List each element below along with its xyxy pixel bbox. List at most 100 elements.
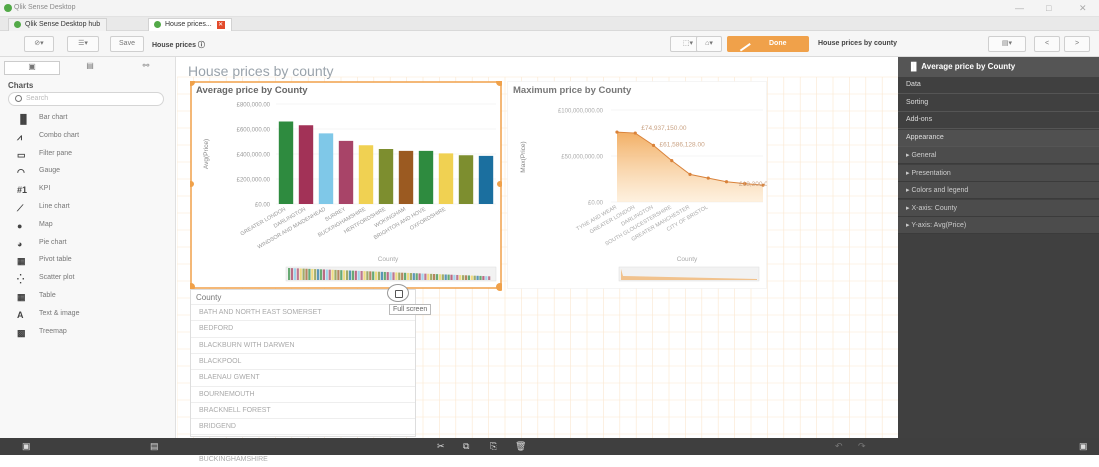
view-toggle-icon[interactable]: ▤ xyxy=(150,442,159,451)
properties-subsection[interactable]: ▸ X-axis: County xyxy=(898,199,1099,217)
average-price-bar-chart[interactable]: Average price by County £800,000.00 £600,0… xyxy=(190,81,502,291)
county-filter-pane[interactable]: County BATH AND NORTH EAST SOMERSET BEDFO… xyxy=(190,289,416,463)
data-point xyxy=(724,180,729,184)
bottom-bar: ▣ ▤ ✂ ⧉ ⎘ 🗑 ↶ ↷ ▣ xyxy=(0,438,1099,455)
redo-icon[interactable]: ↷ xyxy=(858,442,867,451)
chart-type-treemap[interactable]: ▩ Treemap xyxy=(8,325,168,341)
app-title-text: House prices xyxy=(152,42,196,49)
close-window-icon[interactable]: ✕ xyxy=(1079,3,1087,14)
chart-type-bar-chart[interactable]: ▐▌ Bar chart xyxy=(8,111,168,127)
filter-pane-item[interactable]: BOURNEMOUTH xyxy=(191,385,415,402)
chart-type-pivot-table[interactable]: ▦ Pivot table xyxy=(8,253,168,269)
navigation-menu-button[interactable]: ⊘▾ xyxy=(24,36,54,52)
y-tick-label: £600,000.00 xyxy=(237,128,271,134)
properties-subsection[interactable]: ▸ Y-axis: Avg(Price) xyxy=(898,217,1099,234)
mini-chart-bar xyxy=(418,273,421,280)
properties-subsection[interactable]: ▸ General xyxy=(898,147,1099,164)
cut-icon[interactable]: ✂ xyxy=(437,442,446,451)
data-label: £61,586,128.00 xyxy=(660,141,706,148)
app-toolbar: ⊘▾ ☰▾ Save House prices ⓘ ⬚▾ ⌂▾ Done Hou… xyxy=(0,31,1099,57)
chart-type-table[interactable]: ▦ Table xyxy=(8,289,168,305)
filter-pane-item[interactable]: BRACKNELL FOREST xyxy=(191,401,415,418)
maximize-icon[interactable]: □ xyxy=(1046,3,1051,13)
mini-chart-bar xyxy=(383,271,386,280)
filter-pane-item[interactable]: BRIDGEND xyxy=(191,418,415,434)
chart-type-label: Map xyxy=(39,220,53,228)
sheet-canvas[interactable]: House prices by county Average price by … xyxy=(177,57,898,463)
app-title: House prices ⓘ xyxy=(152,40,205,50)
properties-subsection[interactable]: ▸ Colors and legend xyxy=(898,182,1099,199)
tab-fields[interactable]: ▤ xyxy=(62,61,118,75)
copy-icon[interactable]: ⧉ xyxy=(463,442,472,451)
next-sheet-button[interactable]: > xyxy=(1064,36,1090,52)
x-axis-label: County xyxy=(378,256,399,263)
search-input[interactable]: Search xyxy=(8,92,164,106)
mini-chart-bar xyxy=(308,268,311,280)
qlik-logo-icon xyxy=(154,21,161,28)
tab-close-icon[interactable]: ✕ xyxy=(216,21,225,29)
toggle-left-panel-icon[interactable]: ▣ xyxy=(22,442,31,451)
bookmark-menu-button[interactable]: ⌂▾ xyxy=(696,36,722,52)
mini-chart-bar xyxy=(406,272,410,280)
chart-type-line-chart[interactable]: ⟋ Line chart xyxy=(8,200,168,216)
y-axis-label: Avg(Price) xyxy=(203,139,210,169)
toggle-right-panel-icon[interactable]: ▣ xyxy=(1079,442,1088,451)
done-label: Done xyxy=(769,40,787,47)
properties-section-sorting[interactable]: Sorting xyxy=(898,95,1099,112)
info-icon[interactable]: ⓘ xyxy=(198,42,205,49)
chart-type-map[interactable]: ● Map xyxy=(8,218,168,234)
chart-title: Maximum price by County xyxy=(513,85,632,96)
chart-type-scatter-plot[interactable]: ⁛ Scatter plot xyxy=(8,271,168,287)
mini-chart-bar xyxy=(395,272,398,280)
chart-type-label: Pivot table xyxy=(39,256,72,264)
mini-chart-bar xyxy=(348,270,352,280)
filter-pane-item[interactable]: BLACKBURN WITH DARWEN xyxy=(191,336,415,353)
mini-chart-bar xyxy=(340,270,343,280)
y-tick-label: £800,000.00 xyxy=(237,103,271,109)
properties-title: ▐▌ Average price by County xyxy=(898,57,1099,77)
tab-hub[interactable]: Qlik Sense Desktop hub xyxy=(8,18,108,31)
tab-label: Qlik Sense Desktop hub xyxy=(25,21,101,28)
previous-sheet-button[interactable]: < xyxy=(1034,36,1060,52)
filter-pane-item[interactable]: BEDFORD xyxy=(191,320,415,336)
chart-type-text-image[interactable]: A Text & image xyxy=(8,307,168,323)
window-title: Qlik Sense Desktop xyxy=(14,4,76,11)
mini-chart-bar xyxy=(409,273,412,280)
mini-chart-bar xyxy=(351,270,354,280)
mini-chart-bar xyxy=(305,268,308,280)
chart-type-gauge[interactable]: ◠ Gauge xyxy=(8,164,168,180)
save-button[interactable]: Save xyxy=(110,36,144,52)
mini-chart-bar xyxy=(435,274,439,280)
undo-icon[interactable]: ↶ xyxy=(835,442,844,451)
paste-icon[interactable]: ⎘ xyxy=(490,442,499,451)
filter-pane-item[interactable]: BLAENAU GWENT xyxy=(191,369,415,385)
chart-type-combo-chart[interactable]: ⩘ Combo chart xyxy=(8,129,168,145)
filter-pane-icon: ▭ xyxy=(17,149,26,160)
mini-chart-bar xyxy=(360,271,363,280)
chart-type-label: Gauge xyxy=(39,167,61,175)
minimize-icon[interactable]: — xyxy=(1015,3,1024,13)
tab-charts[interactable]: ▣ xyxy=(4,61,60,75)
tab-master-items[interactable]: ⚯ xyxy=(118,61,174,75)
treemap-icon: ▩ xyxy=(17,327,26,338)
properties-subsection[interactable]: ▸ Presentation xyxy=(898,164,1099,182)
full-screen-button[interactable] xyxy=(387,284,409,302)
tab-house-prices[interactable]: House prices... ✕ xyxy=(148,18,232,31)
properties-section-appearance[interactable]: Appearance xyxy=(898,129,1099,147)
chart-type-filter-pane[interactable]: ▭ Filter pane xyxy=(8,147,168,163)
chart-type-pie-chart[interactable]: ◕ Pie chart xyxy=(8,236,168,252)
global-menu-button[interactable]: ☰▾ xyxy=(67,36,99,52)
filter-pane-item[interactable]: BATH AND NORTH EAST SOMERSET xyxy=(191,304,415,320)
chart-type-kpi[interactable]: #1 KPI xyxy=(8,182,168,198)
sheets-menu-button[interactable]: ▤▾ xyxy=(988,36,1026,52)
bar xyxy=(378,149,394,204)
properties-section-add-ons[interactable]: Add-ons xyxy=(898,112,1099,129)
filter-pane-item[interactable]: BLACKPOOL xyxy=(191,352,415,369)
mini-chart-bar xyxy=(453,274,456,280)
mini-chart-bar xyxy=(319,269,323,280)
mini-chart-bar xyxy=(482,276,485,280)
maximum-price-area-chart[interactable]: Maximum price by County £100,000,000.00 £5… xyxy=(507,81,767,291)
delete-icon[interactable]: 🗑 xyxy=(515,442,526,451)
properties-section-data[interactable]: Data xyxy=(898,77,1099,94)
done-button[interactable]: Done xyxy=(727,36,809,52)
